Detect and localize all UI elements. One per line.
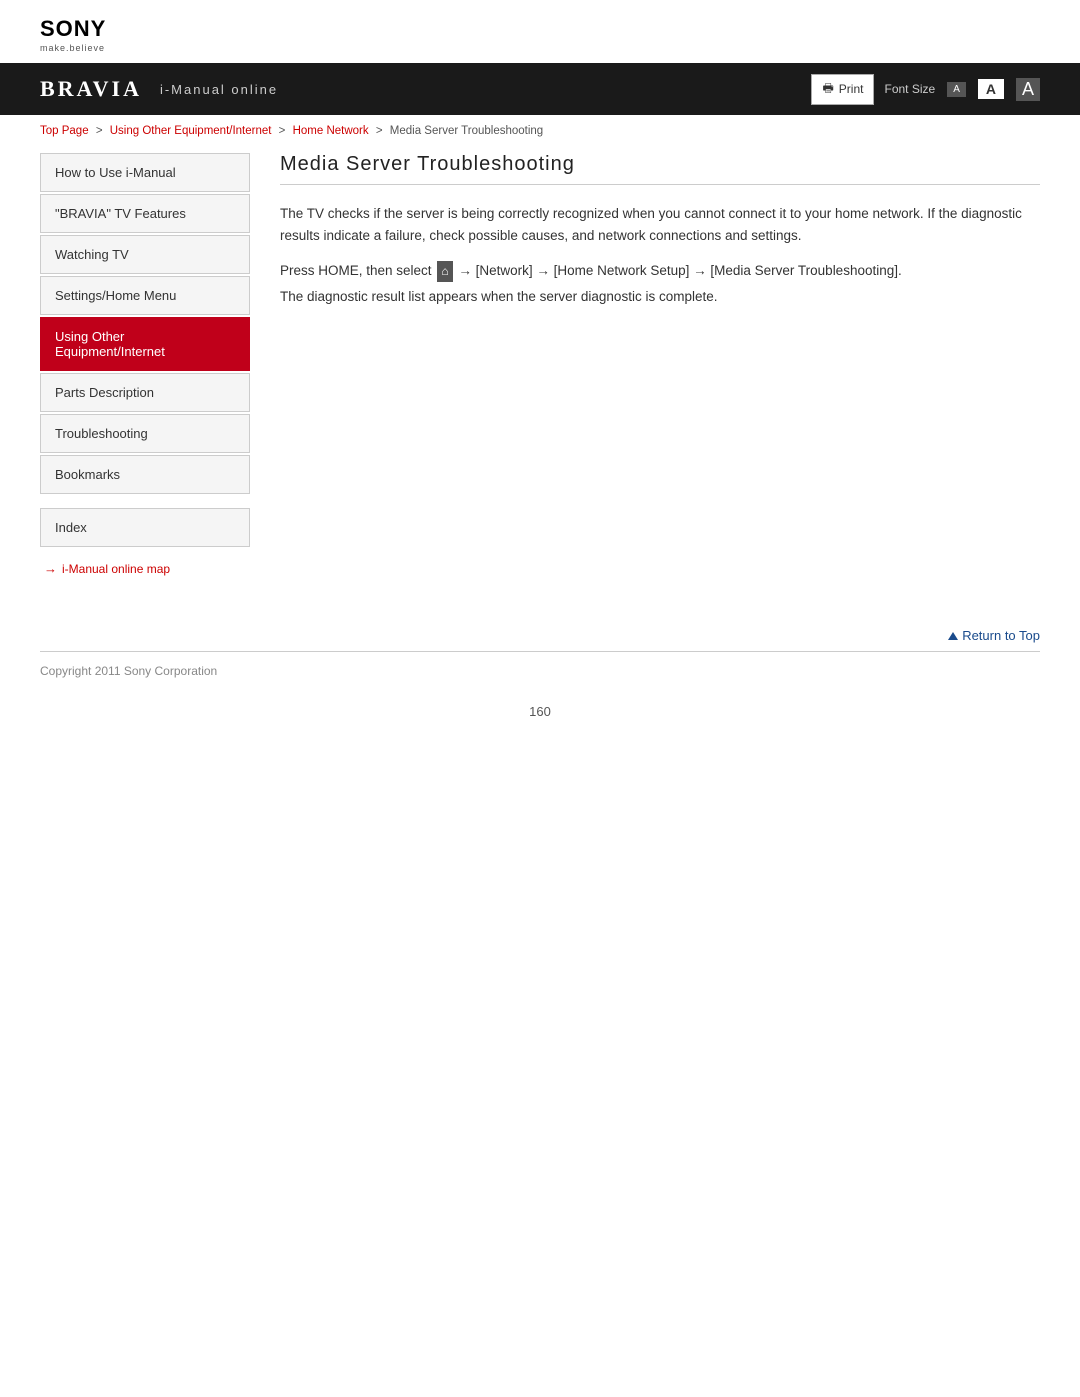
return-top-label: Return to Top <box>962 628 1040 643</box>
sidebar-item-index[interactable]: Index <box>40 508 250 547</box>
content-body: The TV checks if the server is being cor… <box>280 203 1040 308</box>
return-top-bar: Return to Top <box>0 616 1080 651</box>
print-icon: 🖶 <box>822 79 833 100</box>
copyright-text: Copyright 2011 Sony Corporation <box>40 664 217 678</box>
bravia-title: BRAVIA <box>40 76 142 102</box>
arrow-icon: → <box>44 561 57 576</box>
breadcrumb-current: Media Server Troubleshooting <box>390 125 543 137</box>
nav-right: 🖶 Print Font Size A A A <box>811 74 1040 105</box>
print-button[interactable]: 🖶 Print <box>811 74 874 105</box>
font-size-label: Font Size <box>884 82 935 96</box>
sidebar: How to Use i-Manual "BRAVIA" TV Features… <box>40 153 250 576</box>
content-paragraph2: Press HOME, then select ⌂ → [Network] → … <box>280 260 1040 282</box>
press-middle: → [Network] → [Home Network Setup] → [Me… <box>455 263 902 278</box>
font-small-button[interactable]: A <box>947 82 966 97</box>
footer: Copyright 2011 Sony Corporation <box>0 652 1080 690</box>
breadcrumb-sep2: > <box>279 125 286 137</box>
sony-tagline: make.believe <box>40 43 1040 53</box>
sidebar-item-settings[interactable]: Settings/Home Menu <box>40 276 250 315</box>
content-paragraph3: The diagnostic result list appears when … <box>280 286 1040 308</box>
sidebar-item-troubleshooting[interactable]: Troubleshooting <box>40 414 250 453</box>
font-large-button[interactable]: A <box>1016 78 1040 101</box>
sidebar-item-watching-tv[interactable]: Watching TV <box>40 235 250 274</box>
press-prefix: Press HOME, then select <box>280 263 435 278</box>
top-nav-bar: BRAVIA i-Manual online 🖶 Print Font Size… <box>0 63 1080 115</box>
imanual-label: i-Manual online <box>160 82 278 97</box>
breadcrumb: Top Page > Using Other Equipment/Interne… <box>0 115 1080 143</box>
sidebar-item-bookmarks[interactable]: Bookmarks <box>40 455 250 494</box>
breadcrumb-sep1: > <box>96 125 103 137</box>
content-area: Media Server Troubleshooting The TV chec… <box>280 143 1040 576</box>
breadcrumb-home-network[interactable]: Home Network <box>293 125 369 137</box>
imanual-map-link[interactable]: i-Manual online map <box>62 562 170 576</box>
sony-logo: SONY <box>40 16 1040 42</box>
page-number: 160 <box>0 690 1080 739</box>
page-title: Media Server Troubleshooting <box>280 153 1040 185</box>
logo-bar: SONY make.believe <box>0 0 1080 63</box>
return-to-top-link[interactable]: Return to Top <box>948 628 1040 643</box>
breadcrumb-sep3: > <box>376 125 383 137</box>
home-icon: ⌂ <box>437 261 452 282</box>
triangle-up-icon <box>948 632 958 640</box>
sidebar-item-using-other[interactable]: Using Other Equipment/Internet <box>40 317 250 371</box>
sidebar-item-how-to-use[interactable]: How to Use i-Manual <box>40 153 250 192</box>
breadcrumb-using-other[interactable]: Using Other Equipment/Internet <box>110 125 272 137</box>
font-medium-button[interactable]: A <box>978 79 1004 99</box>
main-layout: How to Use i-Manual "BRAVIA" TV Features… <box>0 143 1080 576</box>
content-paragraph1: The TV checks if the server is being cor… <box>280 203 1040 246</box>
sidebar-item-parts[interactable]: Parts Description <box>40 373 250 412</box>
sidebar-map-link-container: → i-Manual online map <box>44 561 250 576</box>
breadcrumb-top-page[interactable]: Top Page <box>40 125 89 137</box>
sidebar-item-bravia-features[interactable]: "BRAVIA" TV Features <box>40 194 250 233</box>
